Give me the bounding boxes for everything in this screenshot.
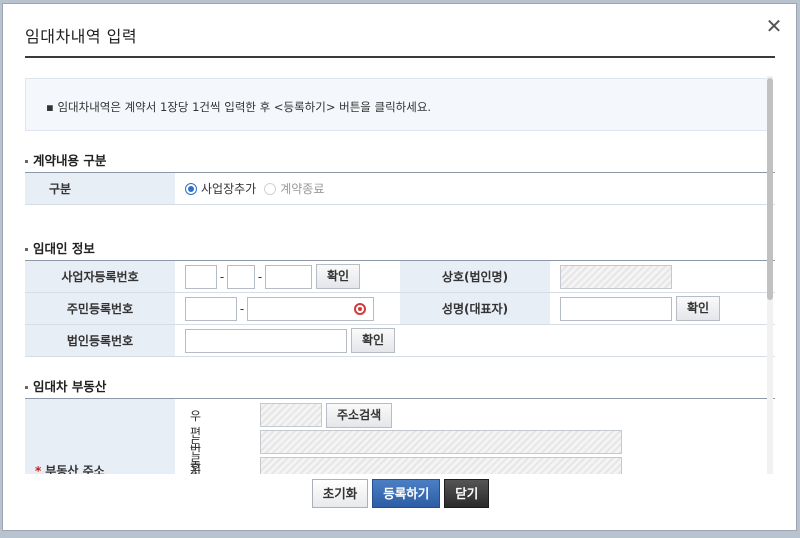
property-address-label-cell: * 부동산 주소 [25, 399, 175, 474]
section-title-contract: 계약내용 구분 [25, 150, 106, 169]
rep-name-label: 성명(대표자) [400, 292, 550, 325]
radio-add-workplace-label: 사업장추가 [201, 182, 257, 196]
register-button[interactable]: 등록하기 [372, 479, 441, 508]
contract-type-label: 구분 [25, 172, 175, 205]
radio-add-workplace[interactable] [185, 182, 197, 195]
lease-entry-dialog: 임대차내역 입력 ✕ ▪ 임대차내역은 계약서 1장당 1건씩 입력한 후 <등… [2, 3, 797, 531]
dialog-content: ▪ 임대차내역은 계약서 1장당 1건씩 입력한 후 <등록하기> 버튼을 클릭… [25, 76, 775, 474]
biz-reg-label: 사업자등록번호 [25, 260, 175, 293]
required-icon: * [35, 464, 42, 474]
scrollbar-thumb[interactable] [767, 78, 773, 300]
title-divider [25, 56, 775, 58]
masked-input-icon[interactable] [354, 302, 366, 315]
biz-reg-input-1[interactable] [185, 264, 217, 289]
dialog-title: 임대차내역 입력 [25, 27, 138, 46]
corp-reg-input[interactable] [185, 328, 347, 353]
trade-name-field [560, 264, 672, 289]
bullet-icon [25, 248, 28, 251]
bullet-icon [25, 386, 28, 389]
resident-reg-input-2[interactable] [247, 296, 374, 321]
rep-name-confirm-button[interactable]: 확인 [676, 296, 721, 321]
close-icon[interactable]: ✕ [763, 16, 785, 38]
bullet-icon [25, 160, 28, 163]
section-title-property: 임대차 부동산 [25, 376, 106, 395]
lot-address-field [260, 457, 622, 474]
road-address-field [260, 430, 622, 454]
property-address-label: * 부동산 주소 [35, 462, 105, 474]
rep-name-input[interactable] [560, 296, 672, 321]
lot-address-label: 지번주소 [190, 464, 202, 474]
dialog-footer: 초기화 등록하기 닫기 [3, 479, 798, 508]
lessor-table: 사업자등록번호 - - 확인 상호(법인명) 주민등록번호 - 성명(대표자) 확인… [25, 260, 775, 357]
address-search-button[interactable]: 주소검색 [326, 403, 393, 428]
notice-text: ▪ 임대차내역은 계약서 1장당 1건씩 입력한 후 <등록하기> 버튼을 클릭… [46, 100, 432, 114]
biz-reg-input-2[interactable] [227, 264, 255, 289]
postcode-field [260, 403, 322, 427]
biz-reg-confirm-button[interactable]: 확인 [316, 264, 361, 289]
close-button[interactable]: 닫기 [444, 479, 490, 508]
section-title-lessor: 임대인 정보 [25, 238, 95, 257]
reset-button[interactable]: 초기화 [311, 479, 369, 508]
corp-reg-label: 법인등록번호 [25, 324, 175, 357]
content-scrollbar[interactable] [767, 76, 773, 474]
trade-name-label: 상호(법인명) [400, 260, 550, 293]
contract-type-options: 사업장추가 계약종료 [175, 172, 775, 205]
resident-reg-label: 주민등록번호 [25, 292, 175, 325]
contract-type-table: 구분 사업장추가 계약종료 [25, 172, 775, 205]
notice-box: ▪ 임대차내역은 계약서 1장당 1건씩 입력한 후 <등록하기> 버튼을 클릭… [25, 78, 773, 131]
radio-contract-end[interactable] [264, 182, 277, 195]
corp-reg-confirm-button[interactable]: 확인 [351, 328, 396, 353]
biz-reg-input-3[interactable] [265, 264, 312, 289]
resident-reg-input-1[interactable] [185, 296, 237, 321]
property-table: *부동산 주소 우편번호 주소검색 도로명주소 지번주소 [25, 398, 775, 474]
radio-contract-end-label: 계약종료 [280, 182, 325, 196]
